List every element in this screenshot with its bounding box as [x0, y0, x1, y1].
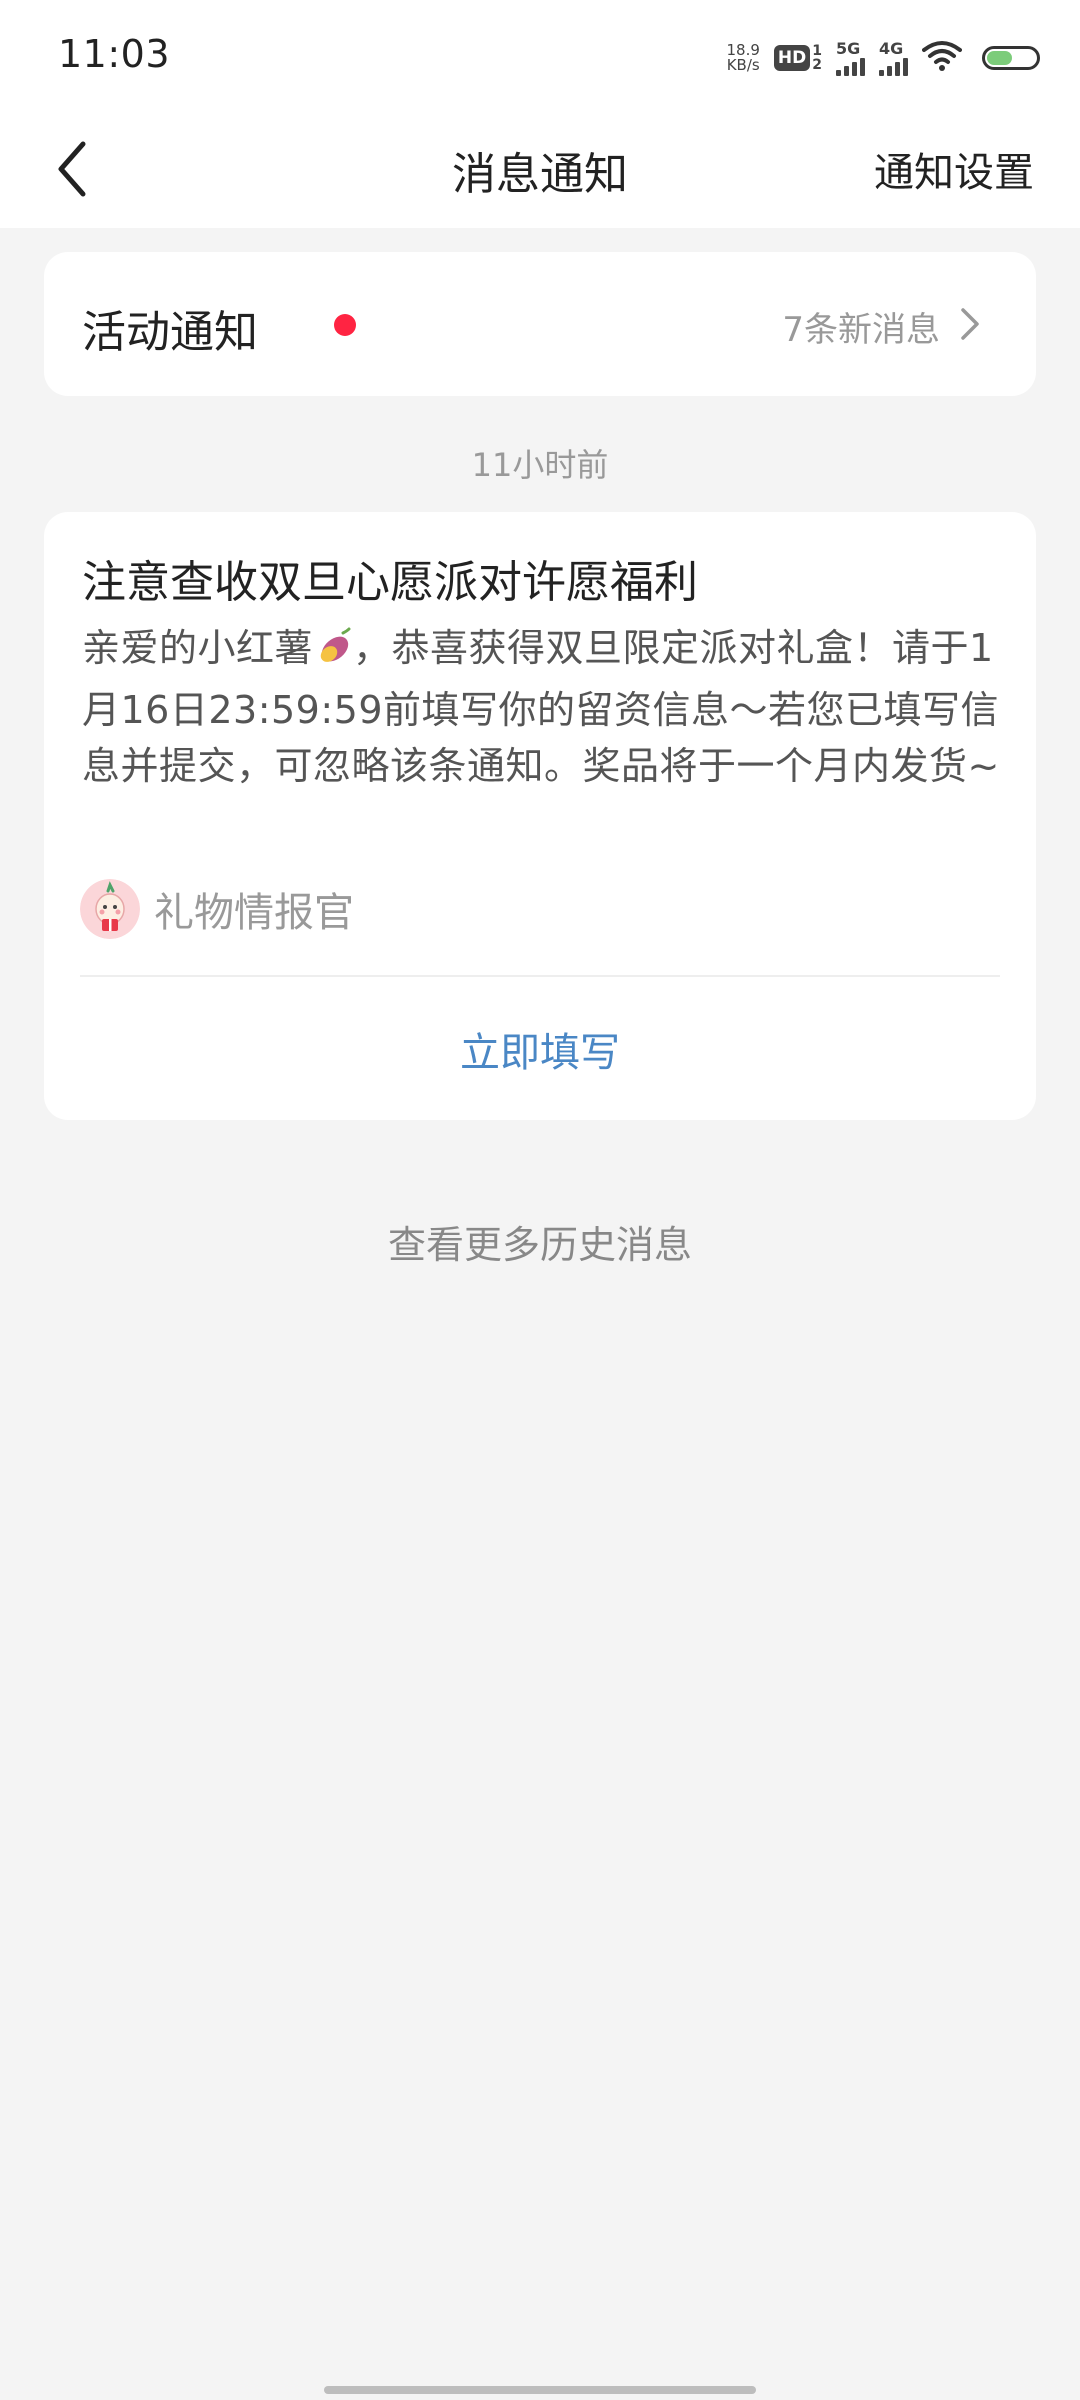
- fill-now-button[interactable]: 立即填写: [44, 1020, 1036, 1078]
- network-speed-unit: KB/s: [726, 56, 760, 74]
- hd-sub-top: 1: [812, 43, 822, 59]
- notification-settings-button[interactable]: 通知设置: [874, 140, 1034, 198]
- view-more-history-link[interactable]: 查看更多历史消息: [0, 1214, 1080, 1269]
- activity-title: 活动通知: [82, 307, 258, 358]
- message-title: 注意查收双旦心愿派对许愿福利: [82, 557, 698, 608]
- signal-4g-label: 4G: [879, 39, 904, 58]
- battery-icon: [982, 46, 1040, 70]
- wifi-icon: [922, 40, 962, 76]
- hd-sub: 1 2: [812, 44, 822, 72]
- message-body-greeting: 亲爱的小红薯: [82, 626, 314, 670]
- status-time: 11:03: [58, 32, 171, 76]
- status-icons: 18.9 KB/s HD 1 2 5G 4G: [727, 34, 1040, 82]
- network-speed: 18.9 KB/s: [727, 43, 760, 73]
- sweet-potato-icon: [313, 626, 353, 682]
- hd-label: HD: [773, 45, 811, 71]
- unread-dot: [334, 314, 356, 336]
- sender-name: 礼物情报官: [154, 890, 354, 936]
- status-bar: 11:03 18.9 KB/s HD 1 2 5G 4G: [0, 0, 1080, 110]
- signal-4g-icon: 4G: [879, 40, 908, 76]
- signal-bars-2: [879, 58, 908, 76]
- sender: 礼物情报官: [80, 878, 354, 940]
- card-divider: [80, 975, 1000, 977]
- activity-notification-row[interactable]: 活动通知 7条新消息: [44, 252, 1036, 396]
- gesture-navigation-bar[interactable]: [324, 2386, 756, 2394]
- chevron-right-icon: [961, 308, 979, 340]
- message-card[interactable]: 注意查收双旦心愿派对许愿福利 亲爱的小红薯 ，恭喜获得双旦限定派对礼盒！请于1月…: [44, 512, 1036, 1120]
- signal-5g-icon: 5G: [836, 40, 865, 76]
- hd-sub-bottom: 2: [812, 57, 822, 73]
- battery-level: [987, 51, 1013, 65]
- gift-mascot-avatar: [80, 879, 140, 939]
- signal-5g-label: 5G: [836, 39, 861, 58]
- signal-bars-1: [836, 58, 865, 76]
- hd-voice-icon: HD 1 2: [773, 44, 822, 72]
- header: 消息通知 通知设置: [0, 110, 1080, 228]
- message-body: 亲爱的小红薯 ，恭喜获得双旦限定派对礼盒！请于1月16日23:59:59前填写你…: [82, 620, 1012, 794]
- message-timestamp: 11小时前: [471, 446, 609, 484]
- new-message-count: 7条新消息: [782, 310, 940, 350]
